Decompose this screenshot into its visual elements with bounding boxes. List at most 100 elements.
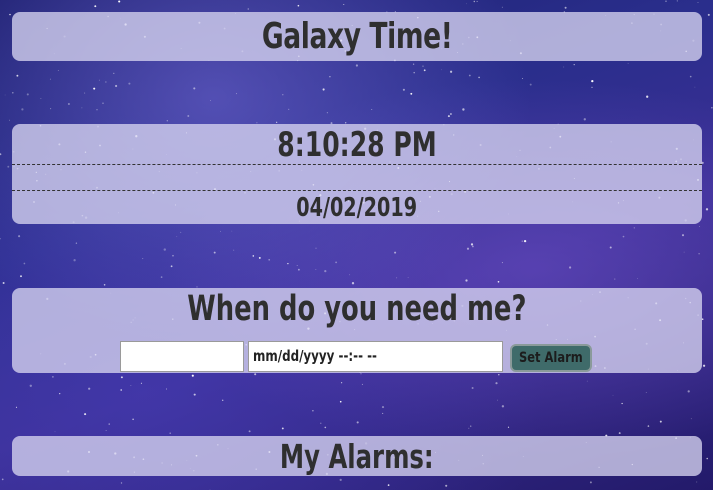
star bbox=[140, 382, 142, 384]
star bbox=[268, 258, 271, 261]
star bbox=[573, 63, 575, 66]
star bbox=[343, 4, 345, 6]
star bbox=[563, 66, 565, 68]
star bbox=[248, 430, 251, 433]
alarm-datetime-input[interactable]: mm/dd/yyyy --:-- -- bbox=[248, 341, 503, 372]
star bbox=[471, 387, 474, 389]
star bbox=[462, 108, 465, 111]
star bbox=[88, 387, 91, 390]
star bbox=[465, 279, 468, 282]
star bbox=[529, 83, 532, 86]
star bbox=[351, 282, 355, 285]
star bbox=[699, 226, 700, 227]
star bbox=[381, 406, 385, 409]
star bbox=[468, 427, 470, 429]
star bbox=[478, 76, 480, 79]
star bbox=[115, 84, 118, 88]
star bbox=[282, 94, 284, 96]
star bbox=[98, 79, 100, 81]
star bbox=[81, 107, 83, 109]
star bbox=[210, 100, 212, 102]
star bbox=[9, 119, 11, 121]
star bbox=[258, 256, 261, 259]
star bbox=[103, 284, 106, 286]
star bbox=[193, 393, 196, 396]
star bbox=[67, 102, 70, 106]
current-time: 8:10:28 PM bbox=[277, 125, 437, 165]
star bbox=[697, 2, 699, 3]
star bbox=[387, 484, 390, 486]
star bbox=[410, 92, 413, 95]
star bbox=[473, 0, 476, 3]
star bbox=[26, 93, 29, 96]
star bbox=[507, 426, 510, 428]
star bbox=[521, 240, 523, 242]
star bbox=[12, 91, 14, 94]
star bbox=[586, 380, 588, 382]
star bbox=[622, 235, 625, 238]
star bbox=[0, 237, 1, 240]
star bbox=[96, 108, 98, 111]
star bbox=[324, 269, 327, 273]
star bbox=[676, 0, 678, 2]
star bbox=[447, 115, 450, 118]
star bbox=[627, 62, 629, 64]
star bbox=[645, 392, 647, 393]
star bbox=[254, 373, 257, 376]
star bbox=[57, 70, 59, 71]
star bbox=[94, 5, 97, 8]
star bbox=[40, 97, 42, 99]
star bbox=[21, 108, 24, 111]
star bbox=[50, 108, 52, 110]
datetime-placeholder: mm/dd/yyyy --:-- -- bbox=[253, 347, 377, 365]
star bbox=[681, 234, 685, 237]
star bbox=[113, 72, 115, 74]
star bbox=[247, 8, 249, 10]
star bbox=[236, 93, 238, 95]
star bbox=[176, 236, 178, 237]
star bbox=[468, 74, 471, 77]
star bbox=[621, 402, 623, 405]
star bbox=[402, 88, 405, 91]
star bbox=[698, 253, 700, 255]
star bbox=[466, 3, 467, 5]
star bbox=[315, 268, 317, 270]
star bbox=[711, 107, 713, 109]
star bbox=[591, 86, 593, 89]
my-alarms-panel: My Alarms: bbox=[12, 436, 702, 476]
star bbox=[108, 423, 110, 425]
star bbox=[322, 88, 325, 91]
star bbox=[706, 457, 708, 460]
star bbox=[705, 208, 709, 211]
star bbox=[498, 373, 500, 376]
star bbox=[683, 251, 685, 253]
star bbox=[315, 247, 317, 249]
star bbox=[120, 376, 123, 379]
star bbox=[445, 484, 448, 487]
star bbox=[702, 364, 706, 367]
star bbox=[633, 227, 635, 229]
star bbox=[252, 255, 255, 257]
star bbox=[132, 418, 134, 421]
star bbox=[170, 265, 173, 268]
star bbox=[23, 262, 26, 265]
star bbox=[20, 275, 22, 278]
star bbox=[128, 82, 131, 85]
star bbox=[102, 102, 104, 104]
star bbox=[396, 277, 398, 279]
star bbox=[231, 230, 233, 232]
star bbox=[0, 153, 2, 156]
star bbox=[696, 481, 698, 483]
star bbox=[281, 427, 284, 430]
star bbox=[160, 276, 163, 278]
star bbox=[647, 425, 650, 427]
star bbox=[449, 112, 452, 116]
alarm-name-input[interactable] bbox=[120, 341, 244, 372]
star bbox=[690, 418, 692, 420]
star bbox=[7, 165, 10, 168]
star bbox=[1, 478, 4, 481]
star bbox=[105, 430, 107, 431]
star bbox=[169, 432, 171, 434]
set-alarm-button[interactable]: Set Alarm bbox=[510, 344, 592, 372]
star bbox=[449, 70, 453, 73]
